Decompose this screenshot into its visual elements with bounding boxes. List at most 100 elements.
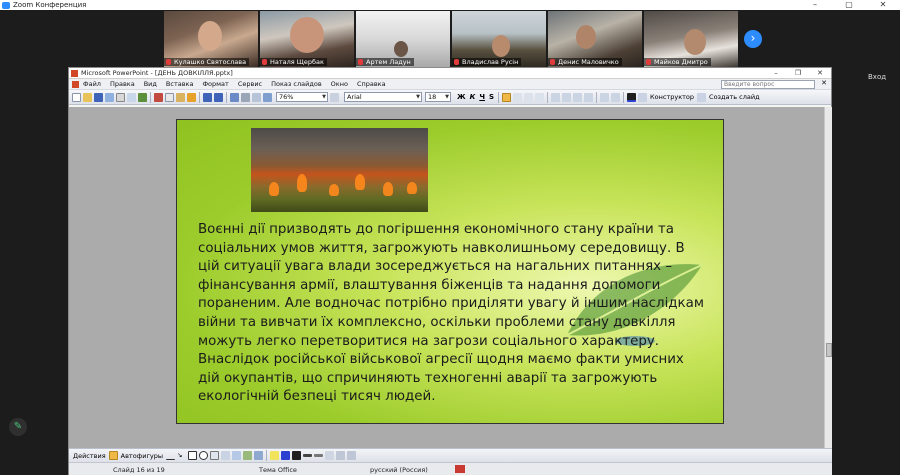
bold-button[interactable]: Ж xyxy=(457,93,466,101)
menu-insert[interactable]: Вставка xyxy=(166,80,194,88)
actions-menu[interactable]: Действия xyxy=(73,452,106,460)
participant-video xyxy=(576,25,596,49)
participant-tile[interactable]: Денис Маловичко xyxy=(548,11,642,67)
paste-icon[interactable] xyxy=(176,92,185,102)
arrow-icon[interactable]: ↘ xyxy=(177,451,186,460)
increase-font-icon[interactable] xyxy=(573,92,583,102)
line-style-icon[interactable] xyxy=(302,454,312,457)
ppt-title-bar: Microsoft PowerPoint - [ДЕНЬ ДОВКІЛЛЯ.pp… xyxy=(69,68,831,79)
increase-indent-icon[interactable] xyxy=(611,92,621,102)
italic-button[interactable]: К xyxy=(470,93,476,101)
format-painter-icon[interactable] xyxy=(187,92,196,102)
picture-icon[interactable] xyxy=(253,451,263,460)
line-color-icon[interactable] xyxy=(280,451,290,460)
mic-muted-icon xyxy=(454,59,459,65)
vertical-scrollbar[interactable] xyxy=(824,107,832,456)
menu-slideshow[interactable]: Показ слайдов xyxy=(271,80,322,88)
close-document-icon[interactable]: ✕ xyxy=(821,79,827,87)
status-bar: Слайд 16 из 19 Тема Office русский (Росс… xyxy=(69,462,832,475)
cut-icon[interactable] xyxy=(154,92,163,102)
permission-icon[interactable] xyxy=(105,92,114,102)
slide-body-text[interactable]: Воєнні дії призводять до погіршення екон… xyxy=(198,221,708,407)
font-color-icon[interactable] xyxy=(627,92,637,102)
align-right-icon[interactable] xyxy=(524,92,534,102)
help-icon[interactable] xyxy=(330,92,339,102)
insert-chart-icon[interactable] xyxy=(230,92,239,102)
side-label[interactable]: Вход xyxy=(868,73,886,81)
open-folder-icon[interactable] xyxy=(83,92,92,102)
decrease-indent-icon[interactable] xyxy=(600,92,610,102)
spelling-icon[interactable] xyxy=(138,92,147,102)
zoom-combo[interactable]: 76% ▼ xyxy=(276,92,328,102)
line-icon[interactable] xyxy=(165,451,175,460)
textbox-icon[interactable] xyxy=(209,451,219,460)
formatting-toolbar: 76% ▼ Arial ▼ 18 ▼ Ж К Ч S Конструктор С… xyxy=(69,90,831,105)
menu-help[interactable]: Справка xyxy=(357,80,386,88)
participant-tile[interactable]: Артем Ладун xyxy=(356,11,450,67)
align-center-icon[interactable] xyxy=(513,92,523,102)
participant-name: Майков Дмитро xyxy=(654,58,708,66)
participant-name: Денис Маловичко xyxy=(558,58,619,66)
insert-table-icon[interactable] xyxy=(241,92,250,102)
menu-file[interactable]: Файл xyxy=(83,80,101,88)
ppt-restore-button[interactable]: ❐ xyxy=(787,68,809,79)
font-combo[interactable]: Arial ▼ xyxy=(344,92,422,102)
wordart-icon[interactable] xyxy=(220,451,230,460)
participant-tile[interactable]: Майков Дмитро xyxy=(644,11,738,67)
annotate-pencil-icon[interactable]: ✎ xyxy=(9,418,27,436)
new-slide-button[interactable]: Создать слайд xyxy=(709,93,760,101)
insert-image-icon[interactable] xyxy=(263,92,272,102)
decrease-font-icon[interactable] xyxy=(584,92,594,102)
shadow-style-icon[interactable] xyxy=(335,451,345,460)
print-icon[interactable] xyxy=(116,92,125,102)
participant-tile[interactable]: Кулашко Святослава xyxy=(164,11,258,67)
help-search-input[interactable]: Введите вопрос xyxy=(721,80,815,89)
dash-style-icon[interactable] xyxy=(313,454,323,457)
3d-style-icon[interactable] xyxy=(346,451,356,460)
new-slide-icon[interactable] xyxy=(697,92,707,102)
participant-name: Наталя Щербак xyxy=(270,58,324,66)
participant-tile[interactable]: Владислав Русін xyxy=(452,11,546,67)
shadow-button[interactable]: S xyxy=(489,93,494,101)
save-icon[interactable] xyxy=(94,92,103,102)
menu-view[interactable]: Вид xyxy=(144,80,157,88)
menu-window[interactable]: Окно xyxy=(331,80,348,88)
menu-format[interactable]: Формат xyxy=(202,80,228,88)
designer-button[interactable]: Конструктор xyxy=(650,93,694,101)
font-size-combo[interactable]: 18 ▼ xyxy=(425,92,451,102)
clipart-icon[interactable] xyxy=(242,451,252,460)
oval-icon[interactable] xyxy=(198,451,208,460)
justify-icon[interactable] xyxy=(535,92,545,102)
print-preview-icon[interactable] xyxy=(127,92,136,102)
menu-edit[interactable]: Правка xyxy=(110,80,135,88)
menu-service[interactable]: Сервис xyxy=(238,80,262,88)
design-icon[interactable] xyxy=(638,92,648,102)
close-button[interactable]: ✕ xyxy=(866,0,900,10)
mic-muted-icon xyxy=(262,59,267,65)
rectangle-icon[interactable] xyxy=(187,451,197,460)
next-participants-arrow-icon[interactable]: › xyxy=(744,30,762,48)
current-slide[interactable]: Воєнні дії призводять до погіршення екон… xyxy=(176,119,724,424)
numbered-list-icon[interactable] xyxy=(551,92,561,102)
bullet-list-icon[interactable] xyxy=(562,92,572,102)
fill-color-icon[interactable] xyxy=(269,451,279,460)
maximize-button[interactable]: ▢ xyxy=(832,0,866,10)
align-left-icon[interactable] xyxy=(502,92,512,102)
undo-icon[interactable] xyxy=(203,92,212,102)
tables-borders-icon[interactable] xyxy=(252,92,261,102)
minimize-button[interactable]: – xyxy=(798,0,832,10)
diagram-icon[interactable] xyxy=(231,451,241,460)
autoshapes-menu[interactable]: Автофигуры xyxy=(121,452,163,460)
redo-icon[interactable] xyxy=(214,92,223,102)
new-file-icon[interactable] xyxy=(72,92,81,102)
ppt-close-button[interactable]: ✕ xyxy=(809,68,831,79)
ppt-minimize-button[interactable]: – xyxy=(765,68,787,79)
select-pointer-icon[interactable] xyxy=(108,451,118,460)
arrow-style-icon[interactable] xyxy=(324,451,334,460)
mic-muted-icon xyxy=(646,59,651,65)
copy-icon[interactable] xyxy=(165,92,174,102)
underline-button[interactable]: Ч xyxy=(479,93,485,101)
participant-tile[interactable]: Наталя Щербак xyxy=(260,11,354,67)
scrollbar-thumb[interactable] xyxy=(826,343,832,357)
text-color-icon[interactable] xyxy=(291,451,301,460)
